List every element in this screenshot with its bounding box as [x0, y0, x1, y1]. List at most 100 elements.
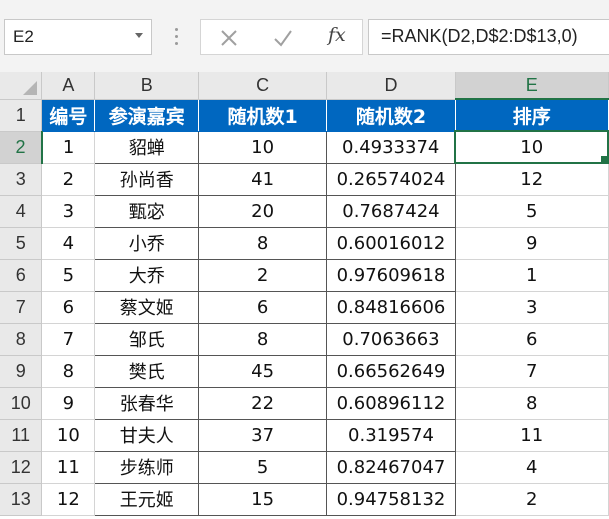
- row-header[interactable]: 12: [0, 451, 43, 484]
- more-options-icon[interactable]: [175, 28, 179, 46]
- table-row: 4 3 甄宓 20 0.7687424 5: [0, 194, 609, 228]
- formula-input[interactable]: =RANK(D2,D$2:D$13,0): [368, 19, 609, 55]
- cell[interactable]: 2: [41, 163, 96, 196]
- cell[interactable]: 8: [41, 355, 96, 388]
- cell[interactable]: 6: [455, 323, 609, 356]
- cell[interactable]: 45: [198, 354, 327, 388]
- fill-handle[interactable]: [600, 155, 607, 161]
- cell[interactable]: 邹氏: [94, 322, 200, 356]
- cell[interactable]: 孙尚香: [94, 162, 200, 196]
- cell[interactable]: 5: [455, 195, 609, 228]
- function-icon[interactable]: fx: [328, 24, 346, 46]
- cell[interactable]: 甄宓: [94, 194, 200, 228]
- cell[interactable]: 0.94758132: [326, 482, 456, 516]
- cell[interactable]: 0.84816606: [326, 290, 456, 324]
- cell[interactable]: 10: [41, 419, 96, 452]
- cell[interactable]: 3: [455, 291, 609, 324]
- column-header-row: A B C D E: [0, 72, 609, 100]
- cell[interactable]: 2: [198, 258, 327, 292]
- cell[interactable]: 1: [41, 131, 96, 164]
- cell[interactable]: 樊氏: [94, 354, 200, 388]
- cell[interactable]: 8: [198, 226, 327, 260]
- column-header-e[interactable]: E: [455, 72, 609, 100]
- cell[interactable]: 20: [198, 194, 327, 228]
- cell[interactable]: 4: [41, 227, 96, 260]
- formula-buttons: fx: [200, 19, 363, 55]
- row-header[interactable]: 10: [0, 387, 43, 420]
- cell[interactable]: 0.66562649: [326, 354, 456, 388]
- name-box-value: E2: [13, 27, 34, 46]
- header-cell-random2[interactable]: 随机数2: [326, 99, 456, 132]
- table-row: 7 6 蔡文姬 6 0.84816606 3: [0, 290, 609, 324]
- row-header[interactable]: 7: [0, 291, 43, 324]
- cell[interactable]: 0.60016012: [326, 226, 456, 260]
- row-header[interactable]: 11: [0, 419, 43, 452]
- cell[interactable]: 0.60896112: [326, 386, 456, 420]
- column-header-a[interactable]: A: [41, 72, 96, 100]
- row-header[interactable]: 3: [0, 163, 43, 196]
- cell[interactable]: 15: [198, 482, 327, 516]
- cell[interactable]: 5: [198, 450, 327, 484]
- row-header[interactable]: 6: [0, 259, 43, 292]
- cell[interactable]: 3: [41, 195, 96, 228]
- row-header[interactable]: 13: [0, 483, 43, 516]
- cell[interactable]: 0.4933374: [326, 130, 456, 164]
- row-header[interactable]: 4: [0, 195, 43, 228]
- header-cell-guest[interactable]: 参演嘉宾: [94, 99, 200, 132]
- cell[interactable]: 貂蝉: [94, 130, 200, 164]
- row-header[interactable]: 1: [0, 99, 43, 132]
- row-header[interactable]: 2: [0, 131, 43, 164]
- cell[interactable]: 11: [41, 451, 96, 484]
- cell[interactable]: 0.26574024: [326, 162, 456, 196]
- cell[interactable]: 大乔: [94, 258, 200, 292]
- cell[interactable]: 步练师: [94, 450, 200, 484]
- name-box[interactable]: E2: [4, 19, 152, 55]
- cell[interactable]: 6: [198, 290, 327, 324]
- cell[interactable]: 11: [455, 419, 609, 452]
- cell[interactable]: 8: [455, 387, 609, 420]
- cell[interactable]: 1: [455, 259, 609, 292]
- header-cell-random1[interactable]: 随机数1: [198, 99, 327, 132]
- cell[interactable]: 8: [198, 322, 327, 356]
- row-header[interactable]: 5: [0, 227, 43, 260]
- cell[interactable]: 甘夫人: [94, 418, 200, 452]
- cell[interactable]: 2: [455, 483, 609, 516]
- cell[interactable]: 37: [198, 418, 327, 452]
- cell[interactable]: 4: [455, 451, 609, 484]
- cell[interactable]: 5: [41, 259, 96, 292]
- cell[interactable]: 蔡文姬: [94, 290, 200, 324]
- cell[interactable]: 9: [455, 227, 609, 260]
- cell[interactable]: 10: [198, 130, 327, 164]
- cell[interactable]: 7: [455, 355, 609, 388]
- cell[interactable]: 0.319574: [326, 418, 456, 452]
- check-icon[interactable]: [271, 26, 295, 50]
- column-header-c[interactable]: C: [198, 72, 327, 100]
- cell[interactable]: 王元姬: [94, 482, 200, 516]
- cell[interactable]: 小乔: [94, 226, 200, 260]
- header-cell-number[interactable]: 编号: [41, 99, 96, 132]
- select-all-corner[interactable]: [0, 72, 43, 100]
- cell[interactable]: 22: [198, 386, 327, 420]
- column-header-b[interactable]: B: [94, 72, 200, 100]
- table-row: 2 1 貂蝉 10 0.4933374 10: [0, 130, 609, 164]
- cell[interactable]: 0.97609618: [326, 258, 456, 292]
- cell[interactable]: 0.7687424: [326, 194, 456, 228]
- active-cell[interactable]: 10: [454, 130, 609, 164]
- close-icon[interactable]: [217, 26, 241, 50]
- cell[interactable]: 41: [198, 162, 327, 196]
- cell[interactable]: 9: [41, 387, 96, 420]
- cell[interactable]: 12: [41, 483, 96, 516]
- table-header-row: 1 编号 参演嘉宾 随机数1 随机数2 排序: [0, 99, 609, 132]
- formula-bar: E2 fx =RANK(D2,D$2:D$13,0): [0, 0, 609, 72]
- row-header[interactable]: 9: [0, 355, 43, 388]
- cell[interactable]: 12: [455, 163, 609, 196]
- cell[interactable]: 7: [41, 323, 96, 356]
- cell[interactable]: 0.82467047: [326, 450, 456, 484]
- row-header[interactable]: 8: [0, 323, 43, 356]
- cell[interactable]: 张春华: [94, 386, 200, 420]
- cell[interactable]: 6: [41, 291, 96, 324]
- cell[interactable]: 0.7063663: [326, 322, 456, 356]
- chevron-down-icon[interactable]: [135, 33, 143, 38]
- column-header-d[interactable]: D: [326, 72, 456, 100]
- header-cell-rank[interactable]: 排序: [455, 99, 609, 132]
